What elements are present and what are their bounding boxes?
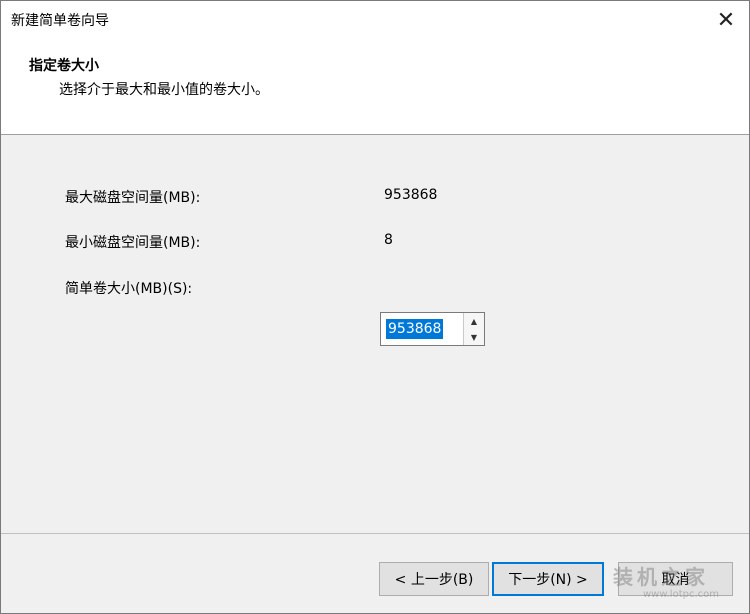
wizard-window: 新建简单卷向导 ✕ 指定卷大小 选择介于最大和最小值的卷大小。 最大磁盘空间量(… [0, 0, 750, 614]
stepper-down-button[interactable]: ▼ [464, 329, 484, 345]
volume-size-input[interactable]: 953868 [386, 319, 444, 339]
close-icon: ✕ [716, 7, 736, 33]
page-subtitle: 选择介于最大和最小值的卷大小。 [59, 82, 269, 98]
volume-size-label: 简单卷大小(MB)(S): [65, 281, 193, 297]
min-size-label: 最小磁盘空间量(MB): [65, 235, 201, 251]
cancel-button[interactable]: 取消 [618, 562, 733, 596]
stepper-up-button[interactable]: ▲ [464, 313, 484, 330]
chevron-down-icon: ▼ [470, 332, 478, 342]
chevron-up-icon: ▲ [470, 316, 478, 326]
page-title: 指定卷大小 [29, 58, 99, 74]
footer-divider [1, 533, 749, 534]
stepper-buttons: ▲ ▼ [463, 313, 484, 345]
volume-size-stepper[interactable]: 953868 ▲ ▼ [380, 312, 485, 346]
title-bar: 新建简单卷向导 ✕ [1, 1, 749, 39]
back-button[interactable]: < 上一步(B) [379, 562, 489, 596]
wizard-header: 指定卷大小 选择介于最大和最小值的卷大小。 [1, 39, 749, 135]
next-button[interactable]: 下一步(N) > [492, 562, 604, 596]
max-size-label: 最大磁盘空间量(MB): [65, 190, 201, 206]
close-button[interactable]: ✕ [703, 1, 749, 39]
max-size-value: 953868 [384, 187, 438, 203]
window-title: 新建简单卷向导 [11, 13, 109, 29]
min-size-value: 8 [384, 232, 393, 248]
